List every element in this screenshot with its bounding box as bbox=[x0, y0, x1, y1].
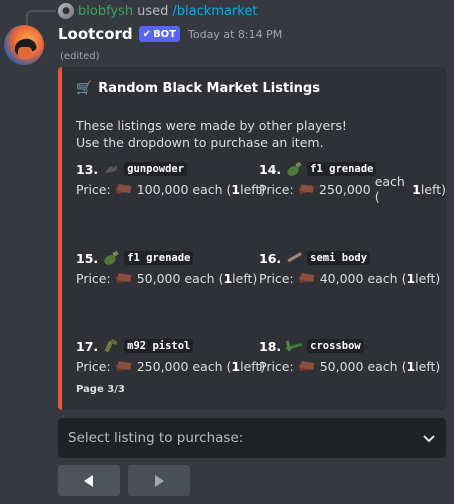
price-label: Price: bbox=[76, 181, 111, 197]
money-icon bbox=[115, 273, 132, 284]
timestamp: Today at 8:14 PM bbox=[188, 27, 283, 41]
item-name: m92 pistol bbox=[124, 339, 194, 353]
money-icon bbox=[115, 361, 132, 372]
pistol-icon bbox=[104, 339, 118, 353]
page-info: Page 3/3 bbox=[76, 384, 125, 395]
listing-18: 18. crossbow Price: 50,000 each (1 left) bbox=[259, 336, 440, 376]
reply-username[interactable]: blobfysh bbox=[78, 4, 133, 19]
avatar[interactable] bbox=[4, 25, 44, 65]
quantity-left: 1 bbox=[231, 358, 241, 374]
listing-number: 16. bbox=[259, 250, 282, 266]
price-value: 50,000 bbox=[136, 270, 181, 286]
reply-context[interactable]: ● blobfysh used /blackmarket bbox=[58, 2, 257, 20]
bot-badge: ✔ BOT bbox=[138, 26, 181, 42]
left-suffix: left) bbox=[232, 270, 258, 286]
price-each: each ( bbox=[192, 358, 232, 374]
money-icon bbox=[298, 273, 315, 284]
listing-14: 14. f1 grenade Price: 250,000 each ( 1 le… bbox=[259, 159, 446, 205]
quantity-left: 1 bbox=[223, 270, 233, 286]
description-line: Use the dropdown to purchase an item. bbox=[76, 135, 324, 150]
chevron-down-icon bbox=[423, 435, 435, 443]
price-value: 250,000 bbox=[319, 181, 371, 197]
description-line: These listings were made by other player… bbox=[76, 118, 347, 133]
item-name: gunpowder bbox=[124, 162, 188, 176]
message-header: Lootcord ✔ BOT Today at 8:14 PM bbox=[58, 24, 282, 44]
listing-number: 17. bbox=[76, 338, 99, 354]
money-icon bbox=[298, 361, 315, 372]
listing-number: 18. bbox=[259, 338, 282, 354]
reply-command[interactable]: /blackmarket bbox=[172, 4, 257, 19]
gunpowder-icon bbox=[105, 165, 118, 173]
item-name: f1 grenade bbox=[124, 251, 194, 265]
price-label: Price: bbox=[259, 270, 294, 286]
edited-label: (edited) bbox=[60, 51, 100, 62]
crossbow-icon bbox=[285, 340, 303, 352]
embed: 🛒 Random Black Market Listings These lis… bbox=[58, 67, 446, 410]
arrow-right-icon bbox=[155, 474, 164, 487]
listing-number: 15. bbox=[76, 250, 99, 266]
left-suffix: left) bbox=[415, 270, 441, 286]
price-value: 50,000 bbox=[319, 358, 364, 374]
listing-number: 14. bbox=[259, 161, 282, 177]
listing-select-dropdown[interactable]: Select listing to purchase: bbox=[58, 418, 446, 458]
price-value: 40,000 bbox=[319, 270, 364, 286]
listing-13: 13. gunpowder Price: 100,000 each (1 lef… bbox=[76, 159, 265, 199]
money-icon bbox=[115, 184, 132, 195]
next-page-button[interactable] bbox=[128, 465, 190, 496]
shopping-cart-icon: 🛒 bbox=[76, 81, 93, 96]
left-suffix: left) bbox=[420, 181, 446, 197]
grenade-icon bbox=[104, 251, 119, 265]
price-each: each ( bbox=[374, 174, 405, 204]
item-name: f1 grenade bbox=[307, 162, 377, 176]
price-each: each ( bbox=[367, 270, 407, 286]
quantity-left: 1 bbox=[406, 358, 416, 374]
embed-title: 🛒 Random Black Market Listings bbox=[76, 81, 320, 96]
price-each: each ( bbox=[367, 358, 407, 374]
arrow-left-icon bbox=[84, 474, 93, 487]
bot-badge-label: BOT bbox=[153, 28, 177, 40]
quantity-left: 1 bbox=[231, 181, 241, 197]
bot-name[interactable]: Lootcord bbox=[58, 25, 133, 43]
quantity-left: 1 bbox=[412, 181, 421, 197]
item-name: crossbow bbox=[307, 339, 364, 353]
listing-15: 15. f1 grenade Price: 50,000 each (1 lef… bbox=[76, 248, 257, 288]
dropdown-placeholder: Select listing to purchase: bbox=[68, 430, 244, 446]
money-icon bbox=[298, 184, 314, 195]
embed-description: These listings were made by other player… bbox=[76, 117, 347, 151]
price-label: Price: bbox=[259, 181, 294, 197]
price-each: each ( bbox=[192, 181, 232, 197]
listing-16: 16. semi body Price: 40,000 each (1 left… bbox=[259, 248, 440, 288]
grenade-icon bbox=[287, 162, 302, 176]
price-label: Price: bbox=[259, 358, 294, 374]
price-each: each ( bbox=[184, 270, 224, 286]
price-value: 100,000 bbox=[136, 181, 189, 197]
left-suffix: left) bbox=[415, 358, 441, 374]
price-label: Price: bbox=[76, 358, 111, 374]
check-icon: ✔ bbox=[142, 28, 152, 40]
quantity-left: 1 bbox=[406, 270, 416, 286]
body-part-icon bbox=[287, 252, 303, 263]
reply-avatar: ● bbox=[58, 3, 74, 19]
listing-17: 17. m92 pistol Price: 250,000 each (1 le… bbox=[76, 336, 265, 376]
item-name: semi body bbox=[307, 251, 371, 265]
reply-used-text: used bbox=[137, 3, 169, 19]
listing-number: 13. bbox=[76, 161, 99, 177]
previous-page-button[interactable] bbox=[58, 465, 120, 496]
price-value: 250,000 bbox=[136, 358, 189, 374]
price-label: Price: bbox=[76, 270, 111, 286]
embed-title-text: Random Black Market Listings bbox=[98, 81, 320, 96]
